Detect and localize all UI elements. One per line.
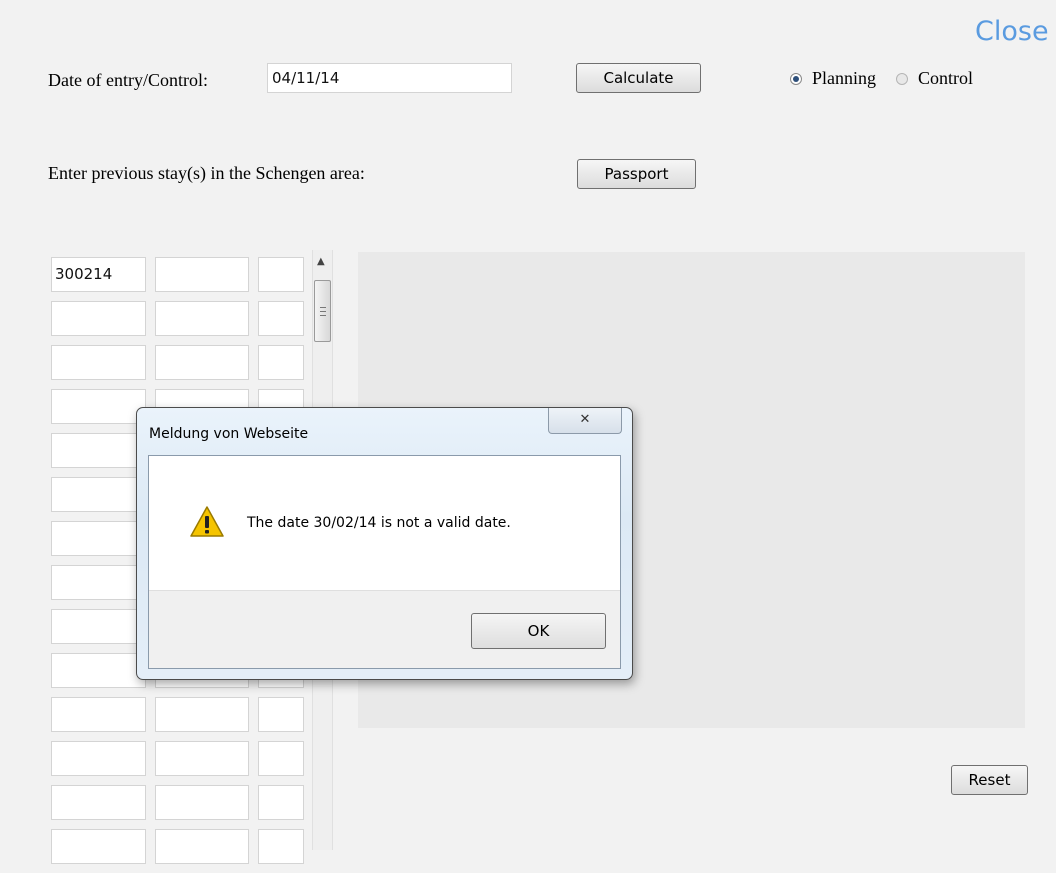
stay-from-input[interactable]: [51, 653, 146, 688]
close-link[interactable]: Close: [975, 16, 1049, 47]
stay-row: [51, 829, 304, 864]
control-radio[interactable]: [896, 72, 909, 85]
passport-button[interactable]: Passport: [577, 159, 696, 189]
stay-row: [51, 741, 304, 776]
dialog-footer: OK: [149, 590, 620, 668]
dialog-message-area: The date 30/02/14 is not a valid date.: [149, 456, 620, 590]
alert-dialog: Meldung von Webseite ✕ The date 30/02/14…: [136, 407, 633, 680]
planning-label: Planning: [812, 68, 877, 88]
stay-days-input[interactable]: [258, 829, 304, 864]
stay-from-input[interactable]: [51, 785, 146, 820]
stay-to-input[interactable]: [155, 829, 249, 864]
stay-row: [51, 697, 304, 732]
warning-icon: [190, 506, 224, 537]
stay-from-input[interactable]: [51, 389, 146, 424]
dialog-title: Meldung von Webseite: [149, 426, 309, 442]
stay-from-input[interactable]: [51, 477, 146, 512]
stay-to-input[interactable]: [155, 257, 249, 292]
stay-from-input[interactable]: [51, 345, 146, 380]
dialog-close-button[interactable]: ✕: [548, 408, 622, 434]
stay-to-input[interactable]: [155, 345, 249, 380]
stay-days-input[interactable]: [258, 697, 304, 732]
date-label: Date of entry/Control:: [48, 70, 208, 90]
stay-from-input[interactable]: 300214: [51, 257, 146, 292]
stays-prompt: Enter previous stay(s) in the Schengen a…: [48, 163, 365, 183]
planning-radio[interactable]: [790, 72, 802, 85]
calculate-button[interactable]: Calculate: [576, 63, 701, 93]
stay-to-input[interactable]: [155, 741, 249, 776]
control-label: Control: [918, 68, 974, 88]
dialog-message: The date 30/02/14 is not a valid date.: [247, 515, 511, 531]
stay-from-input[interactable]: [51, 609, 146, 644]
stay-from-input[interactable]: [51, 565, 146, 600]
stay-days-input[interactable]: [258, 741, 304, 776]
mode-radio-group: Planning Control: [790, 68, 993, 89]
stay-to-input[interactable]: [155, 785, 249, 820]
stay-from-input[interactable]: [51, 301, 146, 336]
stay-row: 300214: [51, 257, 304, 292]
reset-button[interactable]: Reset: [951, 765, 1028, 795]
stay-to-input[interactable]: [155, 697, 249, 732]
dialog-body: The date 30/02/14 is not a valid date. O…: [148, 455, 621, 669]
stay-row: [51, 345, 304, 380]
stay-days-input[interactable]: [258, 785, 304, 820]
grip-icon: [319, 306, 326, 316]
stay-days-input[interactable]: [258, 257, 304, 292]
stay-from-input[interactable]: [51, 697, 146, 732]
date-input[interactable]: 04/11/14: [267, 63, 512, 93]
ok-button[interactable]: OK: [471, 613, 606, 649]
stay-from-input[interactable]: [51, 741, 146, 776]
stay-from-input[interactable]: [51, 829, 146, 864]
close-icon: ✕: [579, 412, 591, 427]
scroll-thumb[interactable]: [314, 280, 331, 342]
stay-days-input[interactable]: [258, 345, 304, 380]
scroll-up-icon[interactable]: ▲: [317, 256, 325, 267]
stay-row: [51, 301, 304, 336]
stay-from-input[interactable]: [51, 521, 146, 556]
stay-days-input[interactable]: [258, 301, 304, 336]
stay-to-input[interactable]: [155, 301, 249, 336]
stay-row: [51, 785, 304, 820]
stay-from-input[interactable]: [51, 433, 146, 468]
